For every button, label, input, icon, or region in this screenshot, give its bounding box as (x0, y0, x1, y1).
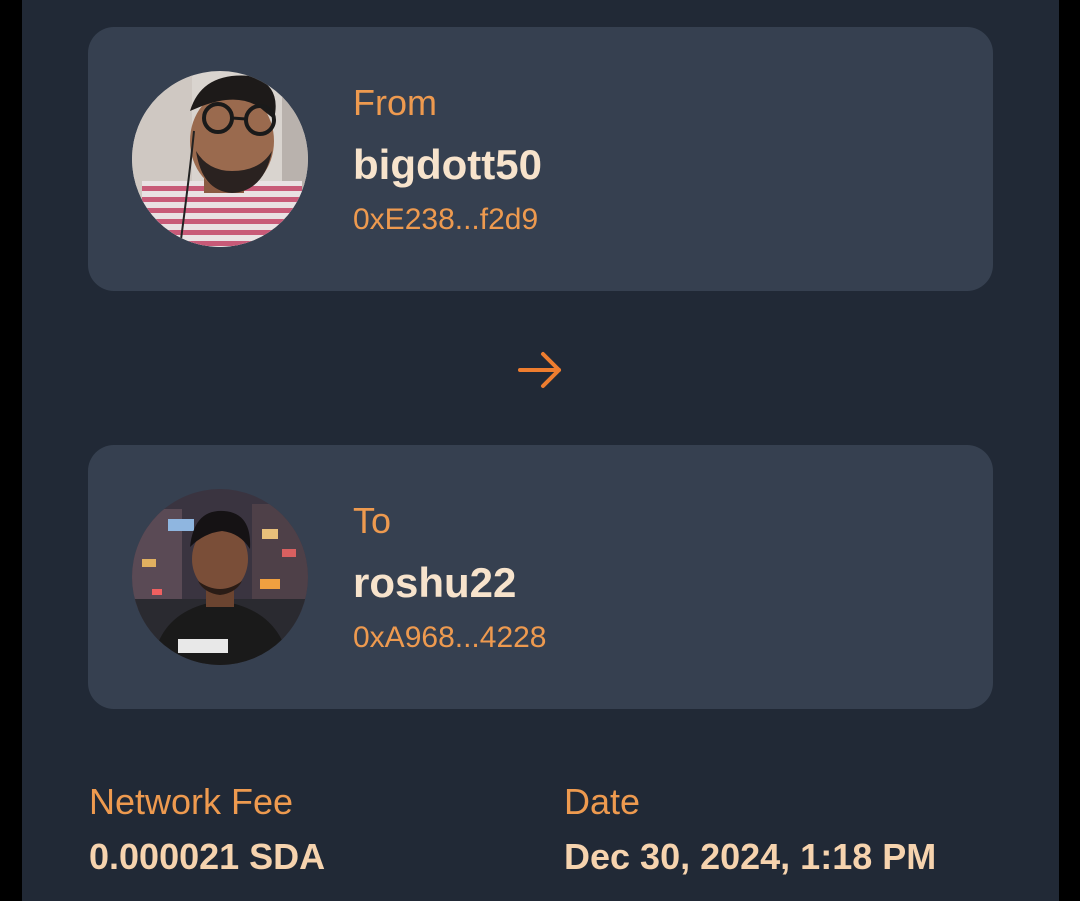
recipient-address[interactable]: 0xA968...4228 (353, 620, 547, 656)
sender-label: From (353, 82, 437, 123)
transaction-detail-screen: From bigdott50 0xE238...f2d9 To roshu22 … (22, 0, 1059, 901)
date-value: Dec 30, 2024, 1:18 PM (564, 836, 937, 877)
recipient-username: roshu22 (353, 559, 517, 606)
recipient-label: To (353, 500, 392, 541)
sender-card[interactable]: From bigdott50 0xE238...f2d9 (88, 27, 993, 291)
network-fee-value: 0.000021 SDA (89, 836, 326, 877)
sender-username: bigdott50 (353, 141, 542, 188)
recipient-avatar (132, 489, 308, 665)
sender-avatar (132, 71, 308, 247)
sender-address[interactable]: 0xE238...f2d9 (353, 202, 538, 238)
arrow-right-icon (515, 344, 567, 396)
network-fee-label: Network Fee (89, 781, 294, 822)
date-label: Date (564, 781, 641, 822)
recipient-card[interactable]: To roshu22 0xA968...4228 (88, 445, 993, 709)
